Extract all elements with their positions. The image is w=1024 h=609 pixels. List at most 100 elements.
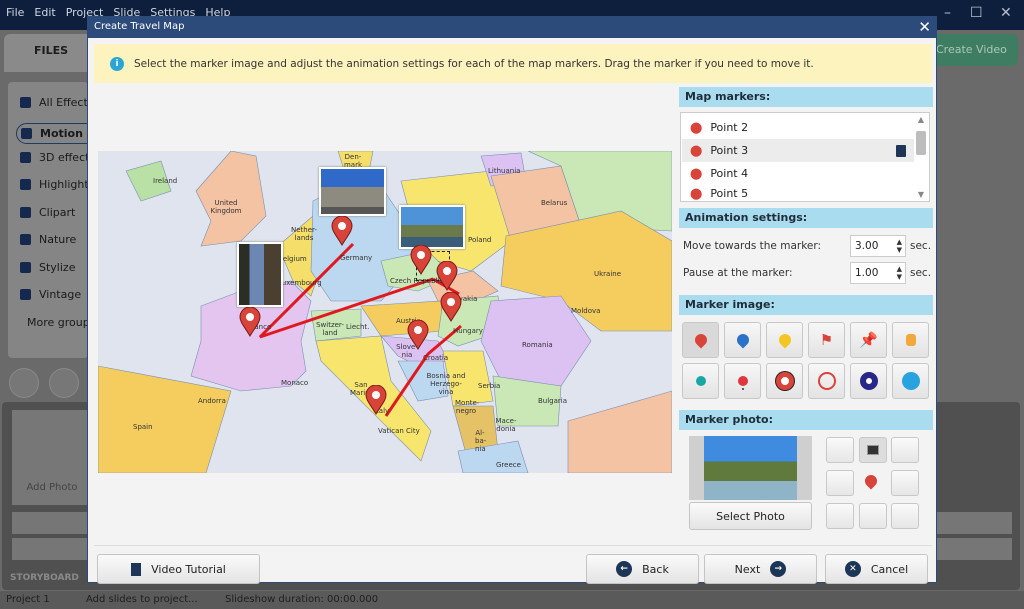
add-photo-label: Add Photo [26, 482, 78, 493]
map-label: Mace-donia [495, 417, 517, 433]
photo-position-top-left[interactable] [826, 437, 854, 463]
select-photo-label: Select Photo [716, 509, 785, 523]
marker-style-red-pin[interactable] [682, 322, 719, 358]
effect-more-groups[interactable]: More groups [27, 316, 95, 329]
scroll-thumb[interactable] [916, 131, 926, 155]
minimize-icon[interactable]: – [944, 5, 951, 21]
effect-all[interactable]: All Effects [20, 96, 94, 109]
add-photo-slot[interactable]: Add Photo [12, 410, 92, 505]
map-pin-icon[interactable] [436, 261, 458, 291]
photo-position-right[interactable] [891, 470, 919, 496]
camera-icon [20, 289, 31, 300]
marker-name: Point 3 [710, 144, 749, 157]
marker-list-scrollbar[interactable]: ▲ ▼ [915, 115, 927, 199]
pushpin-icon: 📌 [859, 331, 878, 349]
marker-style-navy-ring[interactable] [850, 363, 887, 399]
close-app-icon[interactable]: ✕ [1000, 5, 1012, 21]
map-label: Bulgaria [538, 397, 568, 405]
animation-settings-header: Animation settings: [679, 208, 933, 228]
next-button[interactable]: Next → [704, 554, 817, 584]
marker-style-yellow-pin[interactable] [766, 322, 803, 358]
red-flag-icon: ⚑ [819, 331, 834, 349]
effect-highlight[interactable]: Highlight [20, 178, 89, 191]
photo-position-left[interactable] [826, 470, 854, 496]
delete-icon[interactable] [896, 144, 906, 157]
blue-pin-icon [734, 331, 751, 349]
effect-stylize[interactable]: Stylize [20, 261, 75, 274]
scroll-down-icon[interactable]: ▼ [915, 190, 927, 199]
status-duration: Slideshow duration: 00:00.000 [225, 594, 379, 605]
marker-list-item[interactable]: ⬤ Point 5 [682, 185, 914, 201]
teal-pin-icon [695, 376, 706, 386]
video-tutorial-button[interactable]: Video Tutorial [97, 554, 260, 584]
map-label: United Kingdom [210, 199, 242, 215]
photo-position-top-right[interactable] [891, 437, 919, 463]
marker-style-needle[interactable] [724, 363, 761, 399]
map-pin-icon[interactable] [365, 385, 387, 415]
undo-button[interactable] [9, 368, 39, 398]
next-label: Next [734, 562, 761, 576]
marker-photo-berlin[interactable] [319, 167, 386, 216]
back-button[interactable]: ← Back [586, 554, 699, 584]
photo-position-bottom-right[interactable] [891, 503, 919, 529]
spinner-arrows-icon[interactable]: ▲ ▼ [897, 238, 902, 254]
photo-position-bottom-left[interactable] [826, 503, 854, 529]
marker-style-blue-dot[interactable] [892, 363, 929, 399]
redo-button[interactable] [49, 368, 79, 398]
marker-list-item[interactable]: ⬤ Point 2 [682, 116, 914, 139]
storyboard-tab[interactable]: STORYBOARD [10, 573, 79, 583]
files-tab[interactable]: FILES [4, 34, 94, 72]
map-label: Moldova [571, 307, 601, 315]
marker-style-ring[interactable] [808, 363, 845, 399]
map-pin-icon[interactable] [410, 245, 432, 275]
map-label: Romania [522, 341, 553, 349]
effect-clipart[interactable]: Clipart [20, 206, 75, 219]
x-circle-icon: ✕ [844, 561, 861, 577]
marker-name: Point 5 [710, 186, 749, 200]
leaf-icon [20, 234, 31, 245]
spinner-arrows-icon[interactable]: ▲ ▼ [897, 265, 902, 281]
effect-label: More groups [27, 316, 96, 329]
maximize-icon[interactable]: ☐ [970, 5, 983, 21]
marker-photo-paris[interactable] [237, 242, 283, 307]
menu-edit[interactable]: Edit [34, 6, 55, 19]
map-pin-icon[interactable] [440, 292, 462, 322]
select-photo-button[interactable]: Select Photo [689, 502, 812, 530]
map-pin-icon[interactable] [331, 216, 353, 246]
effect-3d[interactable]: 3D effects [20, 151, 95, 164]
cancel-button[interactable]: ✕ Cancel [825, 554, 928, 584]
info-text: Select the marker image and adjust the a… [134, 57, 814, 70]
photo-position-bottom[interactable] [859, 503, 887, 529]
effect-motion[interactable]: Motion [16, 123, 96, 144]
map-canvas[interactable]: Ireland United Kingdom Den-mark Nether-l… [98, 151, 672, 473]
effect-label: All Effects [39, 96, 94, 109]
marker-style-target[interactable] [766, 363, 803, 399]
effect-nature[interactable]: Nature [20, 233, 76, 246]
menu-file[interactable]: File [6, 6, 24, 19]
marker-list-item-selected[interactable]: ⬤ Point 3 [682, 139, 914, 162]
create-video-button[interactable]: Create Video [936, 34, 1018, 66]
map-label: Monte-negro [455, 399, 480, 415]
pause-unit: sec. [910, 267, 932, 279]
map-label: Croatia [423, 354, 449, 362]
clipart-icon [20, 207, 31, 218]
marker-style-flag[interactable]: ⚑ [808, 322, 845, 358]
marker-style-teal-pin[interactable] [682, 363, 719, 399]
marker-name: Point 4 [710, 167, 749, 180]
close-icon[interactable]: ✕ [918, 18, 931, 36]
marker-style-pushpin[interactable]: 📌 [850, 322, 887, 358]
map-pin-icon[interactable] [407, 320, 429, 350]
marker-photo-prague[interactable] [399, 205, 465, 249]
marker-style-thumbtack[interactable] [892, 322, 929, 358]
turkey [567, 390, 672, 473]
map-pin-icon[interactable] [239, 307, 261, 337]
photo-position-top[interactable] [859, 437, 887, 463]
map-label: Luxembourg [278, 279, 322, 287]
effect-vintage[interactable]: Vintage [20, 288, 81, 301]
pause-value: 1.00 [855, 267, 879, 279]
pause-duration-input[interactable]: 1.00 ▲ ▼ [850, 262, 906, 284]
marker-list-item[interactable]: ⬤ Point 4 [682, 162, 914, 185]
move-duration-input[interactable]: 3.00 ▲ ▼ [850, 235, 906, 257]
marker-style-blue-pin[interactable] [724, 322, 761, 358]
scroll-up-icon[interactable]: ▲ [915, 115, 927, 124]
